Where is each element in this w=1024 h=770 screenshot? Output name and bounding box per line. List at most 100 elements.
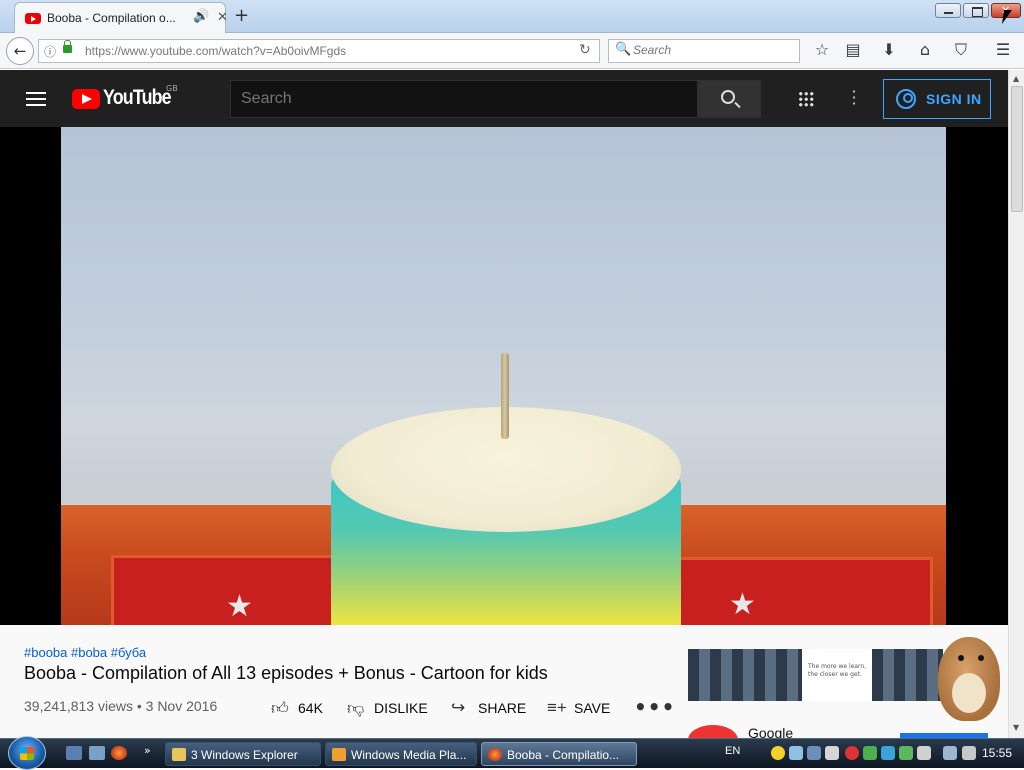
search-icon	[721, 90, 735, 104]
security-tray-icon[interactable]	[845, 746, 859, 760]
dislike-label: DISLIKE	[374, 700, 428, 716]
thumbs-up-icon: 👍︎	[271, 699, 289, 718]
lock-icon	[63, 40, 72, 53]
tab-title: Booba - Compilation o...	[47, 11, 176, 25]
youtube-logo-text[interactable]: YouTube	[103, 86, 172, 110]
windows-taskbar: » 3 Windows Explorer Windows Media Pla..…	[0, 736, 1024, 770]
video-frame-tray-right	[673, 557, 933, 625]
thumbs-down-icon: 👎︎	[347, 699, 365, 718]
like-count: 64K	[298, 700, 323, 716]
info-icon[interactable]: ⓘ	[44, 43, 56, 60]
youtube-logo-icon[interactable]	[72, 89, 100, 109]
guide-menu-icon[interactable]	[26, 92, 46, 106]
firefox-quicklaunch-icon[interactable]	[111, 746, 127, 760]
app-tray-icon[interactable]	[807, 746, 821, 760]
ad-banner[interactable]: The more we learn, the closer we get.	[688, 649, 943, 701]
like-button[interactable]: 👍︎ 64K	[271, 698, 331, 718]
scroll-up-arrow-icon[interactable]: ▲	[1013, 74, 1019, 83]
home-icon[interactable]: ⌂	[914, 40, 936, 59]
video-meta: 39,241,813 views • 3 Nov 2016	[24, 698, 218, 714]
back-button[interactable]: ←	[6, 37, 34, 65]
save-button[interactable]: ≡+ SAVE	[547, 698, 617, 718]
star-decoration-icon: ★	[729, 587, 756, 622]
browser-search-box[interactable]: 🔍	[608, 39, 800, 63]
hamster-eye	[978, 655, 984, 661]
restore-button[interactable]	[963, 3, 989, 18]
reload-icon[interactable]: ↻	[579, 42, 591, 58]
youtube-search-box[interactable]	[230, 80, 698, 118]
url-text[interactable]: https://www.youtube.com/watch?v=Ab0oivMF…	[85, 44, 346, 58]
google-logo-icon	[688, 725, 738, 738]
switch-windows-icon[interactable]	[89, 746, 105, 760]
sign-in-label: SIGN IN	[926, 91, 982, 107]
taskbar-clock[interactable]: 15:55	[982, 746, 1012, 760]
playlist-add-icon: ≡+	[547, 698, 567, 717]
folder-icon	[172, 748, 186, 761]
smiley-tray-icon[interactable]	[771, 746, 785, 760]
ad-thumbnail-strip	[688, 649, 802, 701]
video-info-section: #booba #boba #буба Booba - Compilation o…	[0, 625, 1008, 738]
region-label: GB	[166, 84, 178, 93]
taskbar-item-label: Booba - Compilatio...	[507, 748, 620, 762]
network-status-icon[interactable]	[943, 746, 957, 760]
youtube-header: YouTube GB ··· SIGN IN	[0, 70, 1008, 127]
language-indicator[interactable]: EN	[725, 745, 740, 757]
share-button[interactable]: ↪ SHARE	[451, 698, 531, 718]
more-vert-icon[interactable]: · · ·	[850, 84, 858, 112]
reading-list-icon[interactable]: ▤	[842, 40, 864, 59]
ad-advertiser-row[interactable]: Google	[688, 723, 1008, 738]
pocket-icon[interactable]: ⛉	[950, 40, 972, 60]
youtube-page: YouTube GB ··· SIGN IN ★ ★ #booba #boba …	[0, 70, 1008, 738]
taskbar-item-label: 3 Windows Explorer	[191, 748, 298, 762]
app-tray-icon[interactable]	[881, 746, 895, 760]
app-tray-icon[interactable]	[825, 746, 839, 760]
hamster-desktop-pet	[918, 625, 1008, 725]
scroll-thumb[interactable]	[1011, 86, 1023, 212]
bookmark-star-icon[interactable]: ☆	[811, 40, 833, 59]
app-tray-icon[interactable]	[917, 746, 931, 760]
youtube-favicon-icon	[25, 13, 41, 24]
download-icon[interactable]: ⬇	[878, 40, 900, 59]
hamster-eye	[958, 655, 964, 661]
browser-tab[interactable]: Booba - Compilation o... 🔊 ✕	[14, 2, 228, 33]
taskbar-item-windows-explorer[interactable]: 3 Windows Explorer	[165, 742, 321, 766]
apps-grid-icon[interactable]	[798, 91, 814, 107]
taskbar-item-media-player[interactable]: Windows Media Pla...	[325, 742, 477, 766]
save-label: SAVE	[574, 700, 611, 716]
close-tab-icon[interactable]: ✕	[217, 10, 228, 25]
browser-search-input[interactable]	[633, 43, 793, 57]
hamster-belly	[952, 673, 986, 713]
show-desktop-icon[interactable]	[66, 746, 82, 760]
dislike-button[interactable]: 👎︎ DISLIKE	[347, 698, 437, 718]
share-label: SHARE	[478, 700, 527, 716]
share-icon: ↪	[451, 698, 466, 717]
youtube-search-button[interactable]	[698, 80, 761, 118]
star-decoration-icon: ★	[226, 589, 253, 624]
minimize-button[interactable]	[935, 3, 961, 18]
video-player[interactable]: ★ ★	[61, 127, 946, 625]
navigation-bar: ← ⓘ https://www.youtube.com/watch?v=Ab0o…	[0, 33, 1024, 69]
firefox-icon	[488, 748, 502, 761]
video-frame-wick	[501, 353, 509, 439]
volume-icon[interactable]	[962, 746, 976, 760]
address-bar[interactable]: ⓘ https://www.youtube.com/watch?v=Ab0oiv…	[38, 39, 600, 63]
new-tab-button[interactable]: +	[234, 5, 249, 26]
speaker-icon[interactable]: 🔊	[193, 9, 209, 24]
more-actions-button[interactable]: •••	[634, 695, 675, 719]
app-tray-icon[interactable]	[899, 746, 913, 760]
user-avatar-icon	[896, 89, 916, 109]
taskbar-item-firefox[interactable]: Booba - Compilatio...	[481, 742, 637, 766]
youtube-search-input[interactable]	[241, 90, 681, 108]
quicklaunch-expand-icon[interactable]: »	[144, 744, 151, 757]
network-tray-icon[interactable]	[863, 746, 877, 760]
sign-in-button[interactable]: SIGN IN	[883, 79, 991, 119]
start-button[interactable]	[8, 736, 46, 770]
tab-bar: Booba - Compilation o... 🔊 ✕ +	[0, 0, 1024, 33]
page-scrollbar[interactable]: ▲ ▼	[1008, 70, 1024, 738]
menu-icon[interactable]: ☰	[992, 40, 1014, 59]
media-player-icon	[332, 748, 346, 761]
video-hashtags[interactable]: #booba #boba #буба	[24, 645, 146, 660]
app-tray-icon[interactable]	[789, 746, 803, 760]
scroll-down-arrow-icon[interactable]: ▼	[1013, 723, 1019, 732]
search-engine-icon[interactable]: 🔍	[615, 42, 631, 57]
